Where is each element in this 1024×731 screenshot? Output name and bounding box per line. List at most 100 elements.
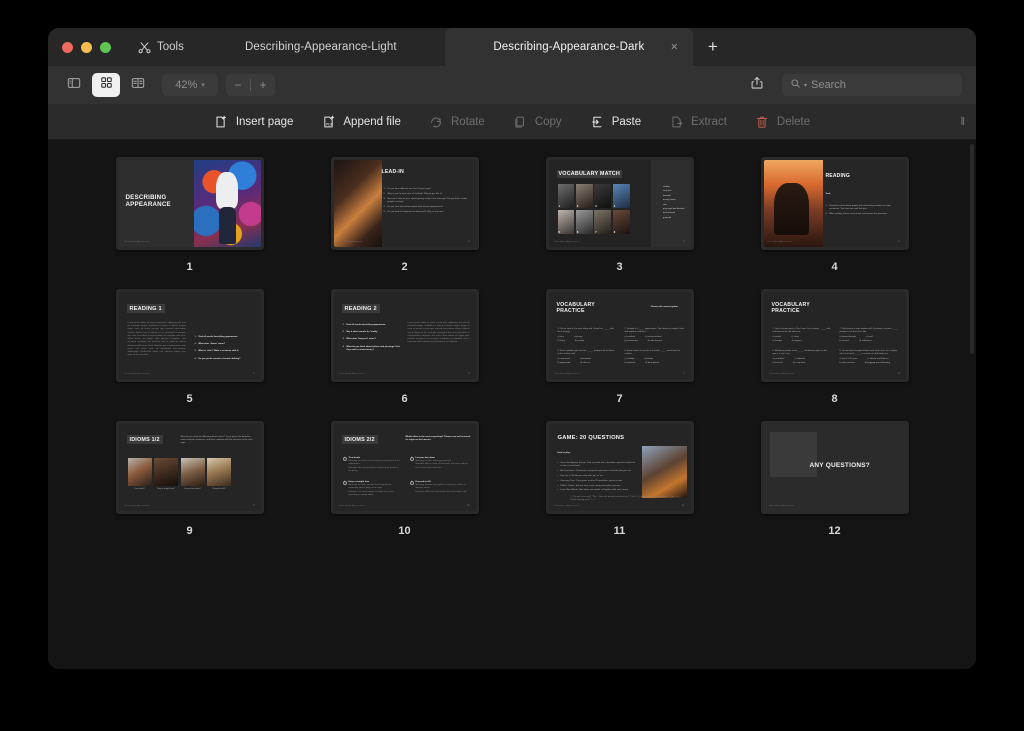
page-thumbnail-5[interactable]: READING 1 Lorem ipsum dolor sit amet con…	[115, 289, 264, 382]
match-tile[interactable]: 5	[557, 209, 575, 234]
rotate-button[interactable]: Rotate	[426, 111, 488, 132]
page-cell[interactable]: READING Task: 1. Read the article above p…	[727, 157, 942, 273]
extract-button[interactable]: Extract	[666, 111, 730, 132]
page-cell[interactable]: ANY QUESTIONS? Describing Appearance 12	[727, 421, 942, 537]
page-thumbnail-6[interactable]: READING 2 1. Find all words describing ap…	[330, 289, 479, 382]
page-cell[interactable]: VOCABULARY PRACTICE 5. Jake is knows pri…	[727, 289, 942, 405]
insert-page-button[interactable]: Insert page	[211, 111, 297, 132]
page-cell[interactable]: READING 2 1. Find all words describing ap…	[297, 289, 512, 405]
toolbar-grip-handle[interactable]: ‖	[960, 116, 964, 128]
slide-title: READING	[825, 173, 850, 179]
idiom-entry: 2 Let your hair down Meaning: to relax a…	[409, 457, 468, 469]
sidebar-toggle-icon	[67, 76, 81, 95]
search-input[interactable]: ▾ Search	[782, 74, 962, 96]
idiom-index-badge: 4	[409, 481, 414, 485]
idiom-card[interactable]: Let your hair down?	[180, 458, 205, 490]
close-window-button[interactable]	[62, 41, 73, 53]
new-tab-button[interactable]: +	[693, 28, 733, 66]
page-cell[interactable]: DESCRIBING APPEARANCE Describing Appeara…	[82, 157, 297, 273]
tab-describing-appearance-light[interactable]: Describing-Appearance-Light	[196, 28, 445, 66]
match-tile[interactable]: 4	[612, 184, 630, 209]
paste-button[interactable]: Paste	[587, 111, 644, 132]
idiom-card[interactable]: Turn heads?	[127, 458, 152, 490]
share-button[interactable]	[744, 73, 770, 97]
practice-item: 8. I'm the latest weighted looks soul wh…	[839, 350, 898, 364]
match-tile[interactable]: 3	[594, 184, 612, 209]
slide-question-list: 1. Find all words describing appearance. …	[194, 336, 241, 360]
page-cell[interactable]: IDIOMS 1/2 What do you think the followi…	[82, 421, 297, 537]
page-number-label: 7	[616, 393, 623, 405]
delete-button[interactable]: Delete	[752, 111, 813, 132]
match-tile[interactable]: 8	[612, 209, 630, 234]
slide-footer: Describing Appearance	[769, 505, 795, 507]
page-thumbnail-11[interactable]: GAME: 20 QUESTIONS How to play: • You're …	[545, 421, 694, 514]
page-thumbnail-8[interactable]: VOCABULARY PRACTICE 5. Jake is knows pri…	[760, 289, 909, 382]
slide-title: IDIOMS 2/2	[341, 435, 378, 445]
page-thumbnail-1[interactable]: DESCRIBING APPEARANCE Describing Appeara…	[115, 157, 264, 250]
page-cell[interactable]: READING 1 Lorem ipsum dolor sit amet con…	[82, 289, 297, 405]
zoom-out-button[interactable]: −	[226, 78, 250, 92]
match-tile[interactable]: 1	[557, 184, 575, 209]
tools-label: Tools	[157, 41, 184, 53]
idiom-card[interactable]: Dressed to kill?	[207, 458, 231, 490]
slide-footer: Describing Appearance	[339, 373, 365, 375]
slide-page-number: 11	[681, 504, 685, 507]
slide-title: READING 2	[341, 304, 380, 314]
slide-title: GAME: 20 QUESTIONS	[557, 435, 625, 441]
maximize-window-button[interactable]	[100, 41, 111, 53]
vertical-scrollbar[interactable]	[970, 144, 974, 354]
match-tile[interactable]: 2	[575, 184, 593, 209]
page-cell[interactable]: LEAD-IN 1. Do you have different me if on…	[297, 157, 512, 273]
idiom-photo	[207, 458, 231, 486]
grid-view-button[interactable]	[92, 73, 120, 97]
practice-item: 1. You've says it's to wear baby and I k…	[557, 328, 614, 342]
slide-title: LEAD-IN	[381, 169, 404, 175]
search-icon	[790, 78, 801, 92]
tab-label: Describing-Appearance-Light	[245, 41, 397, 53]
slide-title: VOCABULARY PRACTICE	[556, 302, 595, 314]
practice-item: 3. Don't confident get her face _____ di…	[557, 350, 615, 364]
two-page-view-button[interactable]	[124, 73, 152, 97]
page-cell[interactable]: IDIOMS 2/2 Which idiom is the most surpr…	[297, 421, 512, 537]
zoom-level-select[interactable]: 42% ▾	[162, 74, 218, 96]
page-thumbnail-area[interactable]: DESCRIBING APPEARANCE Describing Appeara…	[48, 140, 976, 669]
sidebar-toggle-button[interactable]	[60, 73, 88, 97]
page-thumbnail-7[interactable]: VOCABULARY PRACTICE Choose the correct o…	[545, 289, 694, 382]
idiom-caption: Let your hair down?	[184, 487, 201, 490]
vocabulary-word-list: chubby curly hair bearded messy haired sli…	[663, 186, 685, 219]
page-thumbnail-9[interactable]: IDIOMS 1/2 What do you think the followi…	[115, 421, 264, 514]
page-thumbnail-4[interactable]: READING Task: 1. Read the article above p…	[760, 157, 909, 250]
page-thumbnail-2[interactable]: LEAD-IN 1. Do you have different me if on…	[330, 157, 479, 250]
page-thumbnail-10[interactable]: IDIOMS 2/2 Which idiom is the most surpr…	[330, 421, 479, 514]
page-number-label: 2	[401, 261, 408, 273]
page-cell[interactable]: GAME: 20 QUESTIONS How to play: • You're …	[512, 421, 727, 537]
main-toolbar: 42% ▾ − + ▾ Search	[48, 66, 976, 104]
close-tab-button[interactable]: ×	[668, 40, 681, 54]
window-controls	[48, 28, 125, 66]
svg-text:PDF: PDF	[326, 122, 334, 126]
minimize-window-button[interactable]	[81, 41, 92, 53]
thumbnail-grid: DESCRIBING APPEARANCE Describing Appeara…	[48, 140, 976, 537]
match-tile[interactable]: 6	[575, 209, 593, 234]
append-file-label: Append file	[343, 115, 401, 128]
zoom-in-button[interactable]: +	[251, 78, 275, 92]
tools-button[interactable]: Tools	[125, 28, 197, 66]
page-cell[interactable]: VOCABULARY MATCH 1 2 3 4 5 6 7 8 chubby …	[512, 157, 727, 273]
copy-button[interactable]: Copy	[510, 111, 565, 132]
slide-page-number: 8	[898, 372, 900, 375]
page-thumbnail-12[interactable]: ANY QUESTIONS? Describing Appearance	[760, 421, 909, 514]
slide-instruction: Choose the correct option.	[650, 306, 679, 308]
slide-footer: Describing Appearance	[337, 241, 363, 243]
match-tile[interactable]: 7	[594, 209, 612, 234]
page-cell[interactable]: VOCABULARY PRACTICE Choose the correct o…	[512, 289, 727, 405]
idiom-card[interactable]: Keep a straight face?	[154, 458, 178, 490]
trash-icon	[755, 114, 770, 129]
page-thumbnail-3[interactable]: VOCABULARY MATCH 1 2 3 4 5 6 7 8 chubby …	[545, 157, 694, 250]
slide-title: VOCABULARY MATCH	[556, 170, 622, 179]
slide-reading-text: Lorem ipsum dolor sit amet consectetur a…	[127, 322, 186, 357]
zoom-stepper[interactable]: − +	[226, 74, 275, 96]
page-number-label: 5	[186, 393, 193, 405]
append-file-button[interactable]: PDF Append file	[318, 111, 404, 132]
tab-describing-appearance-dark[interactable]: Describing-Appearance-Dark ×	[444, 28, 693, 66]
practice-item: 7. Obst pasha a mom woman with I've been…	[839, 328, 899, 342]
